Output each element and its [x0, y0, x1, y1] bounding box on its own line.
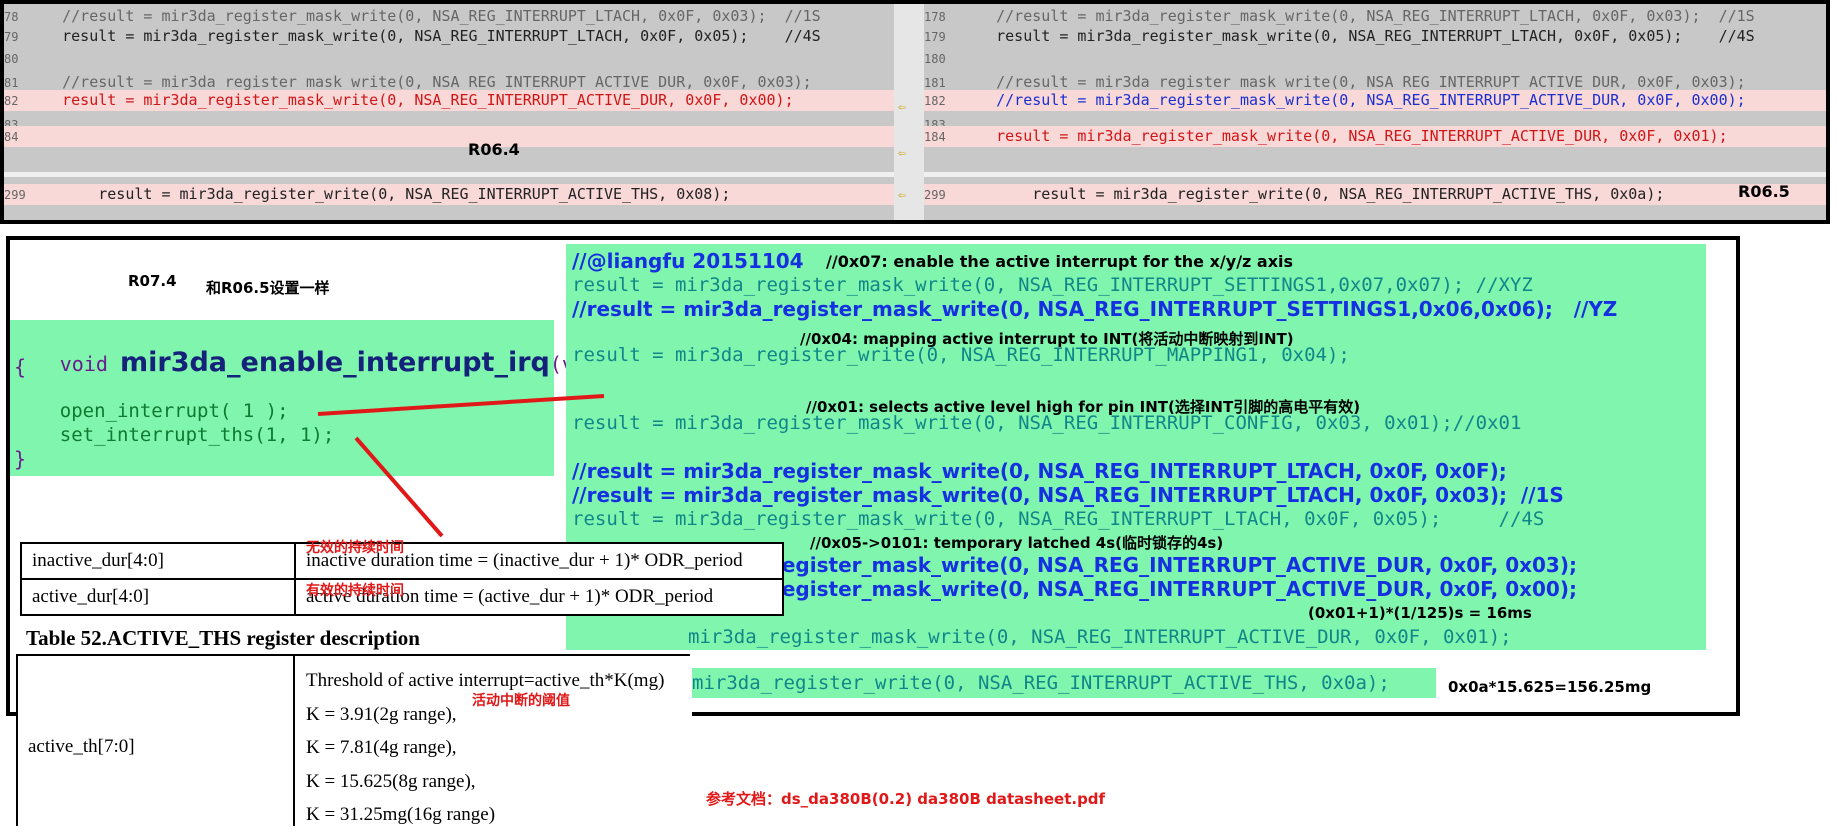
- annotation-arrows: [317, 394, 605, 538]
- arrow-open-interrupt: [317, 394, 605, 416]
- arrow-set-interrupt-ths: [354, 436, 444, 538]
